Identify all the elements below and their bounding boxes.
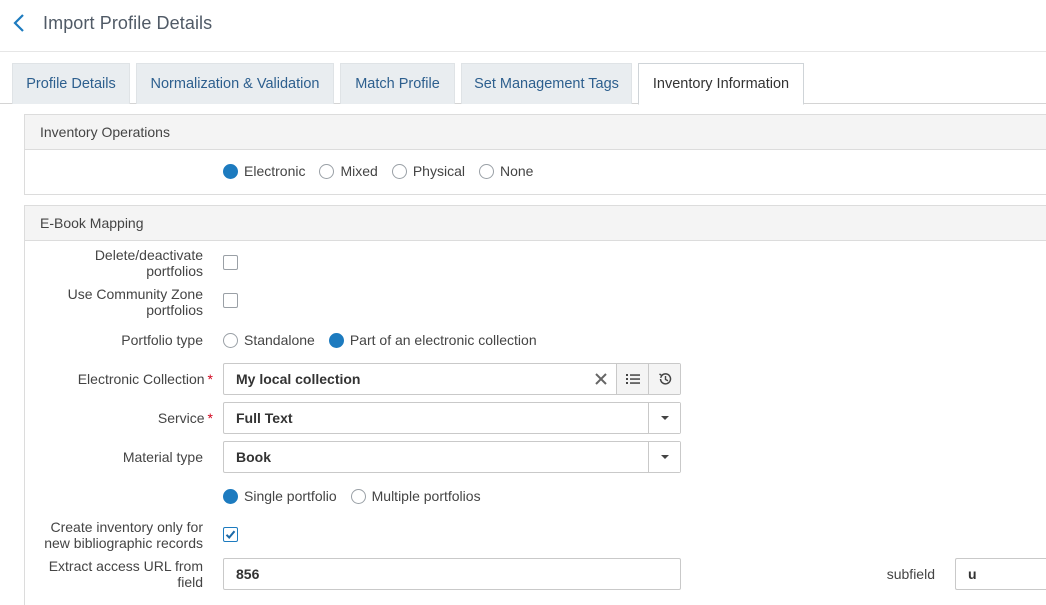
material-type-select[interactable]: Book [223,441,681,473]
delete-portfolios-checkbox[interactable] [223,255,238,270]
radio-none[interactable]: None [478,163,534,179]
radio-selected-icon[interactable] [328,332,344,348]
radio-unselected-icon[interactable] [350,488,366,504]
required-marker: * [207,410,213,426]
radio-physical[interactable]: Physical [391,163,465,179]
required-marker: * [207,371,213,387]
electronic-collection-label: Electronic Collection * [77,371,213,387]
tab-profile-details[interactable]: Profile Details [12,63,130,104]
page-title: Import Profile Details [43,13,213,33]
tab-match-profile[interactable]: Match Profile [340,63,455,104]
radio-selected-icon[interactable] [223,488,238,504]
tab-inventory-information[interactable]: Inventory Information [638,63,804,105]
material-type-value[interactable]: Book [224,449,648,465]
extract-url-field[interactable]: 856 [223,558,681,590]
section-title: E-Book Mapping [25,206,1046,241]
electronic-collection-field[interactable]: My local collection [223,363,681,395]
history-icon[interactable] [648,364,680,394]
portfolio-type-label: Portfolio type [121,332,203,348]
extract-url-label: Extract access URL from field [48,558,203,590]
radio-unselected-icon[interactable] [223,332,238,348]
radio-selected-icon[interactable] [223,163,238,179]
inventory-operations-section: Inventory Operations Electronic Mixed Ph… [24,114,1046,195]
radio-electronic[interactable]: Electronic [223,163,305,179]
community-zone-label: Use Community Zone portfolios [67,286,203,318]
radio-unselected-icon[interactable] [478,163,494,179]
radio-label: Mixed [340,163,378,179]
portfolio-count-radio-group: Single portfolio Multiple portfolios [223,488,495,504]
radio-label: Electronic [244,163,306,179]
tab-normalization-validation[interactable]: Normalization & Validation [136,63,334,104]
radio-label: Standalone [244,332,315,348]
radio-single-portfolio[interactable]: Single portfolio [223,488,337,504]
chevron-down-icon[interactable] [648,403,680,433]
service-label: Service * [157,410,213,426]
clear-icon[interactable] [586,364,616,394]
radio-unselected-icon[interactable] [319,163,335,179]
radio-standalone[interactable]: Standalone [223,332,315,348]
create-inventory-checkbox[interactable] [223,527,238,542]
service-select[interactable]: Full Text [223,402,681,434]
chevron-down-icon[interactable] [648,442,680,472]
radio-label: None [499,163,534,179]
radio-label: Part of an electronic collection [349,332,537,348]
tab-set-management-tags[interactable]: Set Management Tags [461,63,632,104]
radio-mixed[interactable]: Mixed [319,163,378,179]
checkmark-icon [225,530,236,539]
section-title: Inventory Operations [25,115,1046,150]
extract-url-value[interactable]: 856 [224,566,680,582]
radio-label: Multiple portfolios [371,488,481,504]
chevron-left-icon[interactable] [10,12,30,34]
page-header: Import Profile Details [0,0,1046,52]
list-picker-icon[interactable] [616,364,648,394]
service-value[interactable]: Full Text [224,410,648,426]
tab-bar: Profile Details Normalization & Validati… [0,52,1046,105]
material-type-label: Material type [122,449,203,465]
radio-label: Physical [412,163,465,179]
subfield-field[interactable]: u [955,558,1046,590]
radio-unselected-icon[interactable] [391,163,407,179]
electronic-collection-value[interactable]: My local collection [224,371,586,387]
create-inventory-label: Create inventory only for new bibliograp… [44,519,203,551]
portfolio-type-radio-group: Standalone Part of an electronic collect… [223,332,551,348]
subfield-value[interactable]: u [956,566,1046,582]
radio-multiple-portfolios[interactable]: Multiple portfolios [350,488,481,504]
delete-portfolios-label: Delete/deactivate portfolios [94,247,203,279]
subfield-label: subfield [886,566,935,582]
radio-part-of-collection[interactable]: Part of an electronic collection [328,332,537,348]
community-zone-checkbox[interactable] [223,293,238,308]
inventory-operations-radio-group: Electronic Mixed Physical None [223,163,547,179]
radio-label: Single portfolio [244,488,337,504]
